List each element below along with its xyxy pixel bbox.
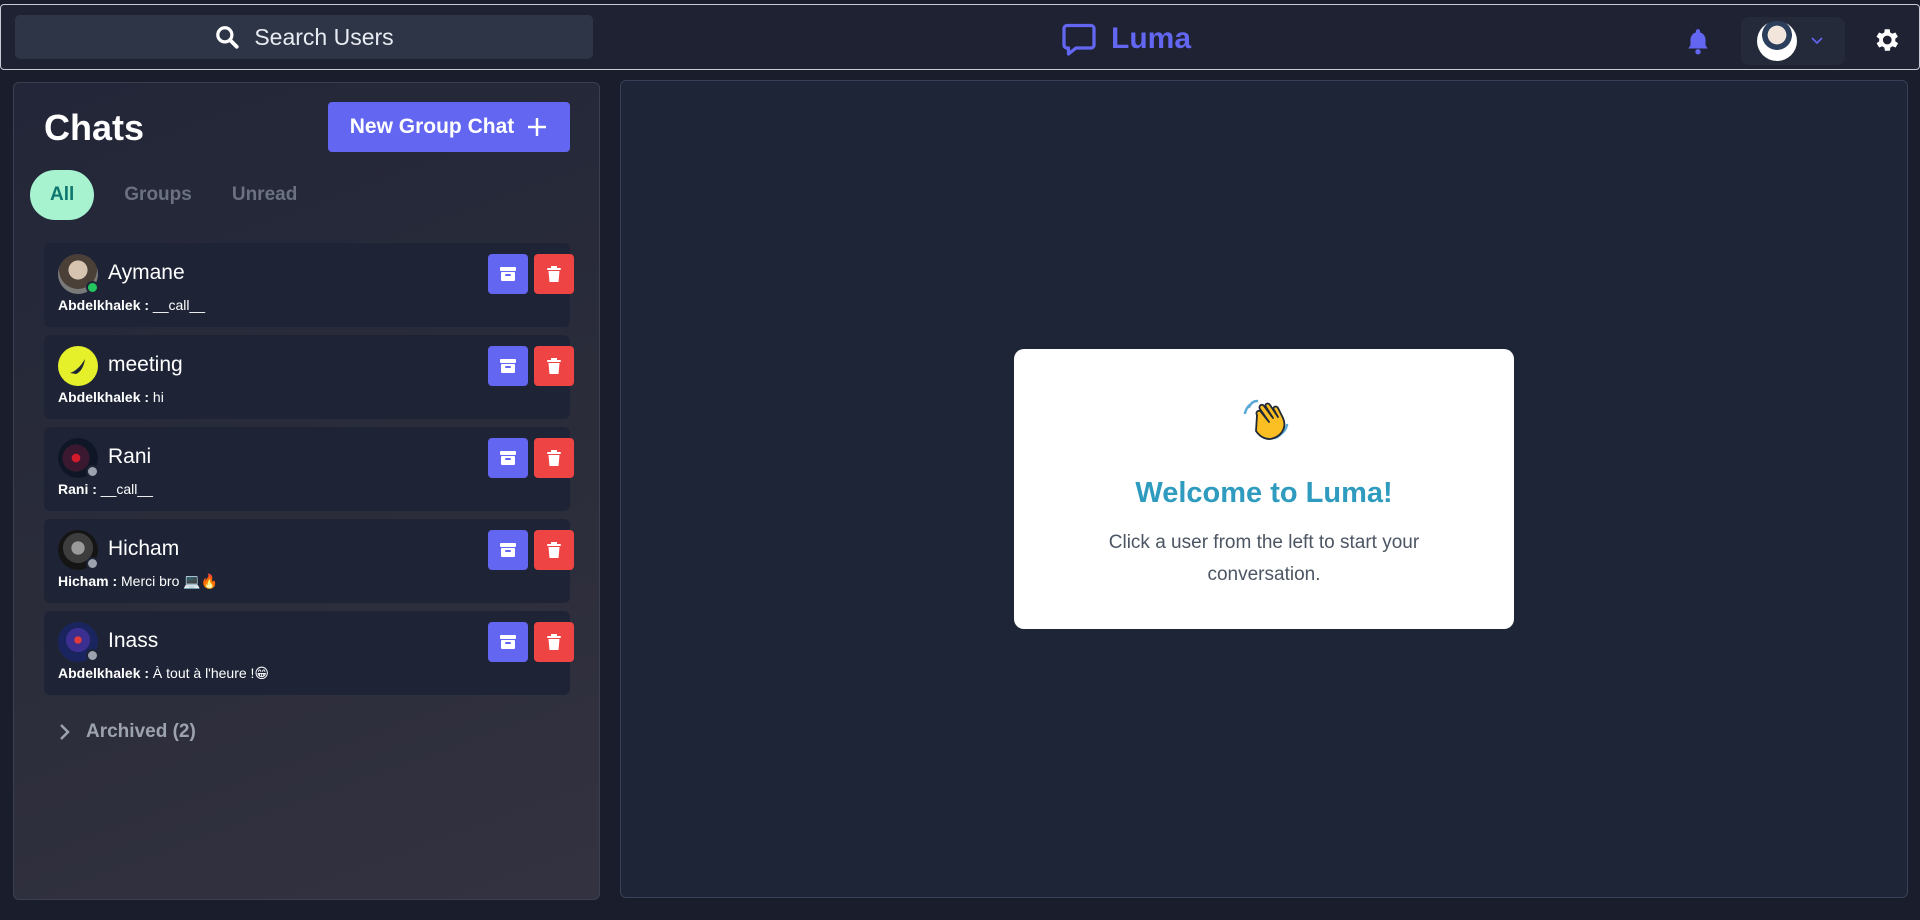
page-title: Chats [44,107,145,148]
chat-preview-message: __call__ [100,481,153,497]
chat-name: Rani [108,445,152,468]
archive-chat-button[interactable] [488,530,528,570]
archive-icon [500,267,516,281]
gear-icon[interactable] [1871,25,1901,55]
chat-name: meeting [108,353,183,376]
brand-logo: Luma [1061,19,1191,59]
chat-preview: Abdelkhalek : __call__ [58,297,205,313]
online-status-dot [86,281,99,294]
archive-chat-button[interactable] [488,438,528,478]
conversation-panel: Welcome to Luma! Click a user from the l… [620,80,1908,898]
chat-name: Inass [108,629,159,652]
group-logo-icon [70,359,85,374]
trash-icon [547,450,561,466]
chat-item-inass[interactable]: Inass Abdelkhalek : À tout à l'heure !😁 [44,611,574,695]
delete-chat-button[interactable] [534,438,574,478]
chat-preview-sender: Hicham : [58,573,118,589]
chat-name: Aymane [108,261,185,284]
tab-unread[interactable]: Unread [222,170,307,220]
welcome-text: Click a user from the left to start your… [1108,532,1420,585]
chat-preview-message: À tout à l'heure !😁 [152,665,270,681]
avatar [58,346,98,386]
chat-preview-sender: Abdelkhalek : [58,297,150,313]
tab-all[interactable]: All [30,170,95,220]
plus-icon [528,118,547,136]
waving-hand-icon [1243,399,1289,440]
new-group-chat-label: New Group Chat [349,115,515,138]
chat-preview: Abdelkhalek : hi [58,389,164,405]
search-users-button[interactable]: Search Users [15,15,593,59]
trash-icon [547,358,561,374]
avatar [1757,21,1797,61]
trash-icon [547,266,561,282]
chat-preview: Hicham : Merci bro 💻🔥 [58,573,218,590]
chat-preview-sender: Rani : [58,481,97,497]
offline-status-dot [86,649,99,662]
chat-item-meeting[interactable]: meeting Abdelkhalek : hi [44,335,574,419]
notification-bell-icon[interactable] [1685,27,1711,55]
archive-chat-button[interactable] [488,622,528,662]
filter-tabs: All Groups Unread [30,170,307,220]
chevron-right-icon [60,724,70,740]
archive-icon [500,451,516,465]
chat-preview-sender: Abdelkhalek : [58,665,150,681]
chat-preview-message: hi [152,389,164,405]
search-users-label: Search Users [254,23,394,50]
chat-preview-sender: Abdelkhalek : [58,389,150,405]
chat-item-rani[interactable]: Rani Rani : __call__ [44,427,574,511]
chat-bubble-icon [1062,23,1096,56]
delete-chat-button[interactable] [534,346,574,386]
chat-list: Aymane Abdelkhalek : __call__ meeting Ab… [44,243,574,703]
chat-item-aymane[interactable]: Aymane Abdelkhalek : __call__ [44,243,574,327]
archive-icon [500,543,516,557]
offline-status-dot [86,557,99,570]
welcome-card: Welcome to Luma! Click a user from the l… [1014,349,1514,629]
chat-preview-message: __call__ [152,297,206,313]
welcome-title: Welcome to Luma! [1135,477,1393,509]
new-group-chat-button[interactable]: New Group Chat [328,102,570,152]
offline-status-dot [86,465,99,478]
delete-chat-button[interactable] [534,622,574,662]
chevron-down-icon [1811,37,1823,45]
chat-item-hicham[interactable]: Hicham Hicham : Merci bro 💻🔥 [44,519,574,603]
search-icon [216,26,239,49]
chat-name: Hicham [108,537,180,560]
tab-groups[interactable]: Groups [114,170,202,220]
chat-preview: Abdelkhalek : À tout à l'heure !😁 [58,665,269,682]
archive-chat-button[interactable] [488,346,528,386]
delete-chat-button[interactable] [534,254,574,294]
chat-preview: Rani : __call__ [58,481,153,497]
brand-name: Luma [1111,22,1192,55]
archived-label: Archived (2) [86,721,196,742]
trash-icon [547,542,561,558]
top-bar: Search Users Luma [0,4,1920,70]
chat-preview-message: Merci bro 💻🔥 [121,573,219,589]
archived-toggle[interactable]: Archived (2) [58,721,196,743]
delete-chat-button[interactable] [534,530,574,570]
trash-icon [547,634,561,650]
archive-icon [500,359,516,373]
archive-chat-button[interactable] [488,254,528,294]
archive-icon [500,635,516,649]
profile-menu-button[interactable] [1741,17,1845,65]
chats-sidebar: Chats New Group Chat All Groups Unread A… [13,82,600,900]
